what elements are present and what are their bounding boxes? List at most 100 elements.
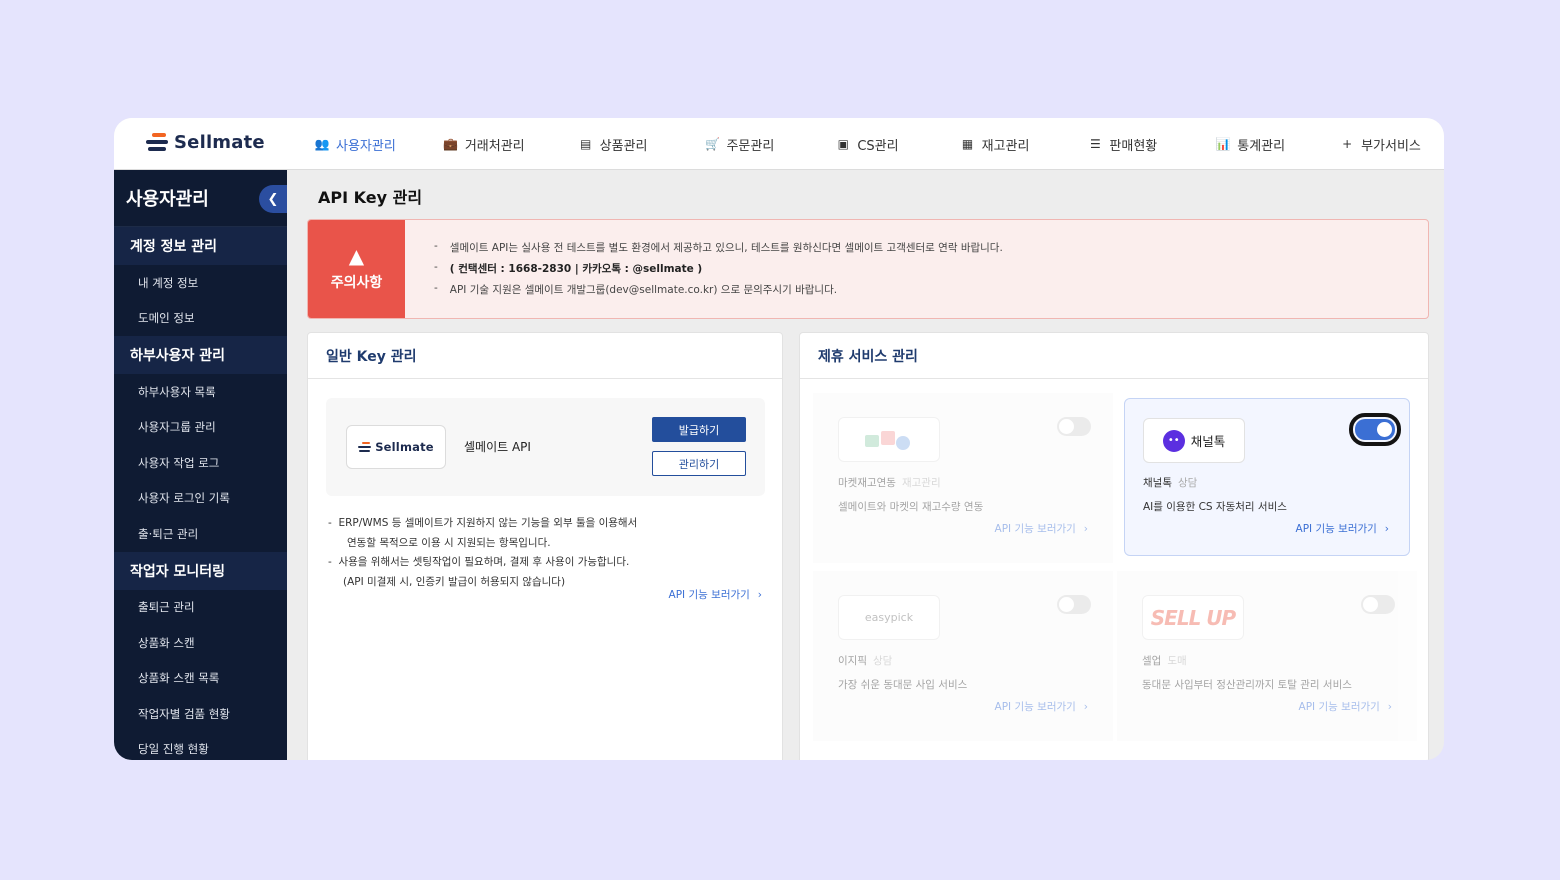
sellup-logo-text: SELL UP — [1150, 605, 1236, 630]
sellmate-logo[interactable]: Sellmate — [146, 131, 265, 153]
channeltalk-logo-text: 채널톡 — [1190, 434, 1226, 449]
sidebar-item-domain[interactable]: 도메인 정보 — [114, 301, 287, 337]
nav-label: 재고관리 — [981, 138, 1030, 154]
nav-label: 통계관리 — [1237, 138, 1286, 154]
sidebar-item-subuser-list[interactable]: 하부사용자 목록 — [114, 374, 287, 410]
box-icon: ▤ — [579, 137, 592, 151]
list-icon: ☰ — [1090, 137, 1101, 151]
nav-order-management[interactable]: 🛒 주문관리 — [704, 135, 774, 154]
cart-icon: 🛒 — [704, 137, 720, 151]
sidebar-group-monitoring[interactable]: 작업자 모니터링 — [114, 551, 287, 590]
key-name: 셀메이트 API — [464, 440, 531, 454]
plus-icon: + — [1342, 137, 1353, 151]
service-api-link[interactable]: API 기능 보러가기 › — [995, 521, 1088, 536]
main-menu: 👥 사용자관리 💼 거래처관리 ▤ 상품관리 🛒 주문관리 ▣ CS관리 ▦ 재… — [314, 118, 1421, 170]
market-stock-icon — [865, 430, 910, 450]
sellmate-logo-icon — [146, 131, 170, 153]
service-description: 가장 쉬운 동대문 사입 서비스 — [838, 679, 968, 691]
sidebar-group-account[interactable]: 계정 정보 관리 — [114, 227, 287, 265]
nav-label: 부가서비스 — [1361, 138, 1421, 154]
service-name: 이지픽 상담 — [838, 655, 893, 667]
notice-label: 주의사항 — [330, 275, 383, 291]
desc-line: - ERP/WMS 등 셀메이트가 지원하지 않는 기능을 외부 툴을 이용해서 — [328, 517, 638, 529]
easypick-logo: easypick — [838, 595, 940, 640]
easypick-logo-text: easypick — [864, 611, 914, 624]
channeltalk-logo: •• 채널톡 — [1143, 418, 1245, 463]
logo-text: Sellmate — [174, 131, 265, 153]
top-navigation-bar: Sellmate 👥 사용자관리 💼 거래처관리 ▤ 상품관리 🛒 주문관리 ▣… — [114, 118, 1444, 170]
sidebar-group-subusers[interactable]: 하부사용자 관리 — [114, 336, 287, 374]
nav-product-management[interactable]: ▤ 상품관리 — [578, 135, 648, 154]
easypick-toggle[interactable] — [1057, 595, 1091, 614]
nav-label: 사용자관리 — [336, 138, 396, 154]
boxes-icon: ▦ — [961, 137, 974, 151]
sidebar-item-attendance[interactable]: 출·퇴근 관리 — [114, 516, 287, 552]
nav-statistics[interactable]: 📊 통계관리 — [1215, 135, 1285, 154]
service-name: 셀업 도매 — [1142, 655, 1187, 667]
notice-box: ▲ 주의사항 - 셀메이트 API는 실사용 전 테스트를 별도 환경에서 제공하… — [307, 219, 1429, 319]
desc-line: (API 미결제 시, 인증키 발급이 허용되지 않습니다) — [343, 575, 566, 588]
page-title: API Key 관리 — [318, 188, 423, 207]
partner-services-panel: 제휴 서비스 관리 마켓재고연동 재고관리 셀메이트와 마켓의 재고수량 연동 A… — [799, 332, 1429, 760]
logo-text: Sellmate — [375, 440, 434, 454]
nav-cs-management[interactable]: ▣ CS관리 — [835, 135, 899, 154]
sidebar-item-daily-progress[interactable]: 당일 진행 현황 — [114, 732, 287, 761]
sidebar-item-product-scan[interactable]: 상품화 스캔 — [114, 625, 287, 661]
service-card-channeltalk: •• 채널톡 채널톡 상담 AI를 이용한 CS 자동처리 서비스 API 기능 … — [1124, 398, 1410, 556]
sellmate-api-card: Sellmate 셀메이트 API 발급하기 관리하기 — [326, 398, 765, 496]
sidebar-item-login-history[interactable]: 사용자 로그인 기록 — [114, 481, 287, 517]
sellmate-logo-icon — [358, 441, 372, 454]
nav-user-management[interactable]: 👥 사용자관리 — [314, 135, 396, 154]
sidebar-item-inspection-status[interactable]: 작업자별 검품 현황 — [114, 696, 287, 732]
nav-label: CS관리 — [857, 138, 899, 154]
notice-line: - API 기술 지원은 셀메이트 개발그룹(dev@sellmate.co.kr… — [434, 282, 838, 296]
notice-lines: - 셀메이트 API는 실사용 전 테스트를 별도 환경에서 제공하고 있으니, … — [434, 240, 1003, 303]
sidebar: 사용자관리 ❮ 계정 정보 관리 내 계정 정보 도메인 정보 하부사용자 관리… — [114, 170, 287, 760]
service-card-market-stock: 마켓재고연동 재고관리 셀메이트와 마켓의 재고수량 연동 API 기능 보러가기… — [813, 393, 1113, 563]
service-api-link[interactable]: API 기능 보러가기 › — [995, 699, 1088, 714]
chevron-right-icon: › — [1083, 522, 1088, 535]
chevron-right-icon: › — [1384, 522, 1389, 535]
users-icon: 👥 — [314, 137, 330, 151]
service-name: 마켓재고연동 재고관리 — [838, 477, 941, 489]
nav-label: 거래처관리 — [464, 138, 525, 154]
nav-label: 상품관리 — [599, 138, 648, 154]
chevron-right-icon: › — [1387, 700, 1392, 713]
general-key-title: 일반 Key 관리 — [308, 333, 782, 379]
nav-inventory-management[interactable]: ▦ 재고관리 — [960, 135, 1030, 154]
nav-client-management[interactable]: 💼 거래처관리 — [443, 135, 525, 154]
service-description: 동대문 사입부터 정산관리까지 토탈 관리 서비스 — [1142, 679, 1352, 691]
sellup-toggle[interactable] — [1361, 595, 1395, 614]
general-key-description: - ERP/WMS 등 셀메이트가 지원하지 않는 기능을 외부 툴을 이용해서… — [328, 514, 637, 592]
partner-services-title: 제휴 서비스 관리 — [800, 333, 1428, 379]
market-stock-logo — [838, 417, 940, 462]
service-description: 셀메이트와 마켓의 재고수량 연동 — [838, 501, 984, 513]
sidebar-item-my-account[interactable]: 내 계정 정보 — [114, 265, 287, 301]
sidebar-collapse-button[interactable]: ❮ — [259, 185, 287, 213]
manage-key-button[interactable]: 관리하기 — [652, 451, 746, 476]
notice-line: -( 컨택센터 : 1668-2830 | 카카오톡 : @sellmate ) — [434, 261, 703, 275]
general-key-panel: 일반 Key 관리 Sellmate 셀메이트 API 발급하기 관리하기 - … — [307, 332, 783, 760]
general-api-link[interactable]: API 기능 보러가기 › — [669, 587, 762, 602]
channeltalk-toggle[interactable] — [1349, 413, 1401, 446]
notice-line: - 셀메이트 API는 실사용 전 테스트를 별도 환경에서 제공하고 있으니, … — [434, 240, 1003, 254]
desc-line: 연동할 목적으로 이용 시 지원되는 항목입니다. — [347, 536, 551, 549]
service-api-link[interactable]: API 기능 보러가기 › — [1296, 521, 1389, 536]
sidebar-item-attendance-mgmt[interactable]: 출퇴근 관리 — [114, 590, 287, 626]
warning-icon: ▲ — [348, 244, 365, 268]
chart-icon: 📊 — [1215, 137, 1231, 151]
service-card-sellup: SELL UP 셀업 도매 동대문 사입부터 정산관리까지 토탈 관리 서비스 A… — [1117, 571, 1417, 741]
sidebar-item-work-log[interactable]: 사용자 작업 로그 — [114, 445, 287, 481]
sidebar-item-user-groups[interactable]: 사용자그룹 관리 — [114, 410, 287, 446]
chevron-right-icon: › — [757, 588, 762, 601]
sidebar-item-scan-list[interactable]: 상품화 스캔 목록 — [114, 661, 287, 697]
service-card-easypick: easypick 이지픽 상담 가장 쉬운 동대문 사입 서비스 API 기능 보… — [813, 571, 1113, 741]
issue-key-button[interactable]: 발급하기 — [652, 417, 746, 442]
sellmate-api-logo: Sellmate — [346, 425, 446, 469]
sellup-logo: SELL UP — [1142, 595, 1244, 640]
service-name: 채널톡 상담 — [1143, 477, 1198, 489]
nav-addon-services[interactable]: + 부가서비스 — [1339, 135, 1421, 154]
market-stock-toggle[interactable] — [1057, 417, 1091, 436]
service-api-link[interactable]: API 기능 보러가기 › — [1299, 699, 1392, 714]
nav-sales-status[interactable]: ☰ 판매현황 — [1087, 135, 1157, 154]
